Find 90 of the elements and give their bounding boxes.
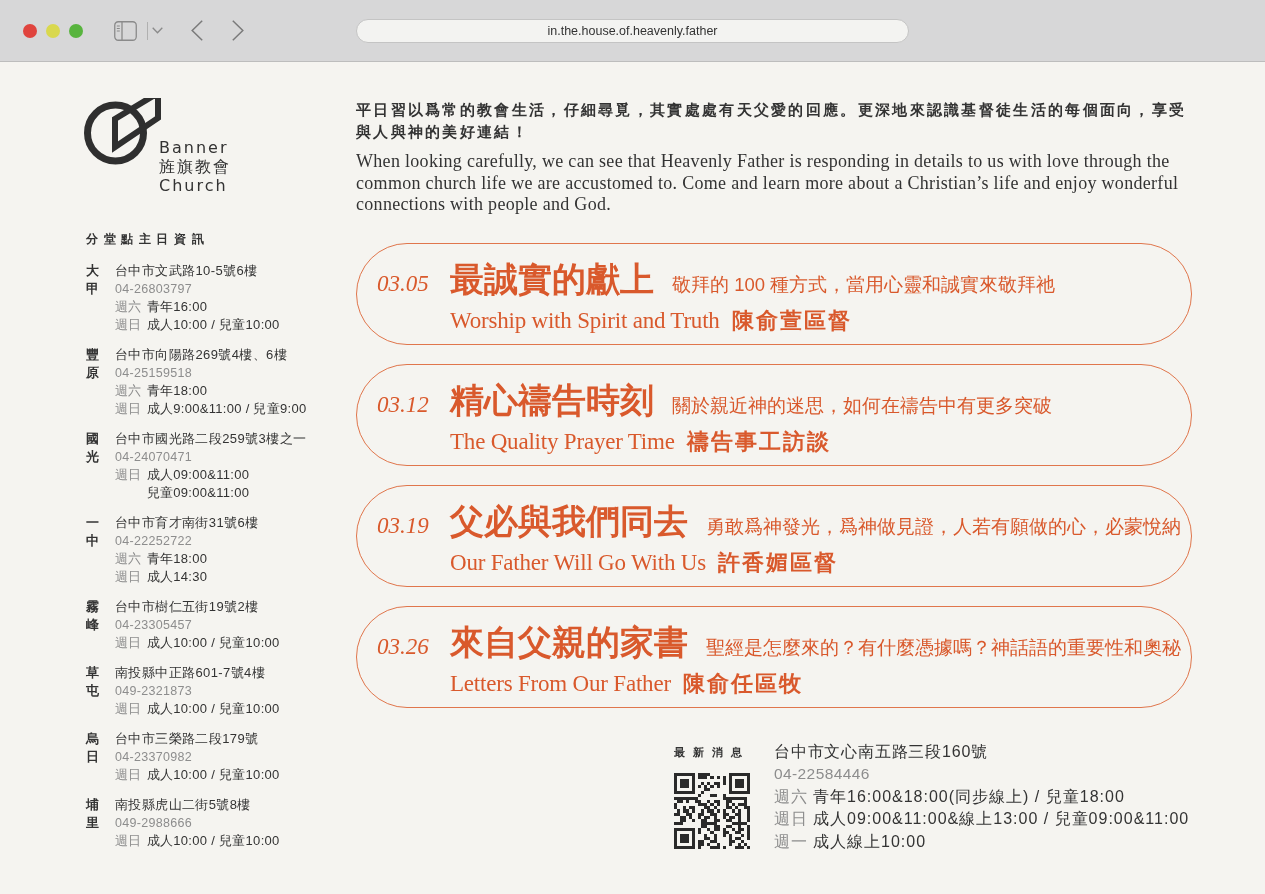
schedule-text: 成人線上10:00 [813, 831, 928, 852]
back-icon[interactable] [191, 20, 203, 41]
day-label: 週日 [115, 400, 142, 418]
branch-name: 霧峰 [86, 598, 99, 634]
day-label: 週六 [115, 550, 142, 568]
forward-icon[interactable] [232, 20, 244, 41]
phone-number: 04-25159518 [115, 365, 193, 382]
event-date: 03.26 [377, 632, 430, 661]
phone-number: 04-23305457 [115, 617, 193, 634]
address-text: 台中市向陽路269號4樓、6樓 [115, 346, 289, 364]
intro-text: When looking carefully, we can see that Heavenly Father is responding in details to us with love through the common church life we are accustomed to. Come and learn more about a Christian’s life and enjoy wonderful connections with people and God. [356, 151, 1180, 216]
branch-name: 豐原 [86, 346, 99, 382]
phone-number: 04-24070471 [115, 449, 193, 466]
branch-name: 國光 [86, 430, 99, 466]
close-button[interactable] [23, 23, 37, 38]
event-english-title: The Quality Prayer Time [450, 427, 675, 456]
schedule-text: 成人14:30 [146, 568, 208, 586]
event-english-title: Our Father Will Go With Us [450, 548, 706, 577]
schedule-text: 兒童09:00&11:00 [146, 484, 250, 502]
qr-code-icon [674, 773, 750, 849]
address-text: 台中市國光路二段259號3樓之一 [115, 430, 307, 448]
news-title: 最新消息 [674, 744, 750, 760]
schedule-text: 成人10:00 / 兒童10:00 [146, 766, 280, 784]
speaker-name: 陳俞萱區督 [731, 306, 852, 335]
event-title: 最誠實的獻上 [450, 259, 654, 300]
logo-text: Church [159, 176, 228, 195]
phone-number: 049-2988666 [115, 815, 193, 832]
address-text: 台中市育才南街31號6樓 [115, 514, 259, 532]
event-date: 03.12 [377, 390, 430, 419]
zoom-button[interactable] [69, 23, 83, 38]
day-label: 週日 [115, 766, 142, 784]
schedule-text: 成人10:00 / 兒童10:00 [146, 832, 280, 850]
address-text: 南投縣虎山二街5號8樓 [115, 796, 252, 814]
sidebar-icon[interactable] [114, 20, 137, 41]
phone-number: 04-26803797 [115, 281, 193, 298]
schedule-text: 成人10:00 / 兒童10:00 [146, 700, 280, 718]
schedule-text: 成人9:00&11:00 / 兒童9:00 [146, 400, 307, 418]
schedule-text: 青年18:00 [146, 550, 208, 568]
schedule-text: 成人10:00 / 兒童10:00 [146, 634, 280, 652]
address-text: 台中市文心南五路三段160號 [774, 741, 989, 762]
event-subtitle: 關於親近神的迷思，如何在禱告中有更多突破 [672, 393, 1052, 418]
day-label: 週一 [774, 831, 808, 852]
logo-text: Banner [159, 138, 229, 157]
schedule-text: 成人10:00 / 兒童10:00 [146, 316, 280, 334]
event-subtitle: 敬拜的 100 種方式，當用心靈和誠實來敬拜祂 [672, 272, 1056, 297]
event-title: 父必與我們同去 [450, 501, 688, 542]
logo-text: 旌旗教會 [159, 157, 231, 176]
day-label: 週日 [115, 568, 142, 586]
branch-name: 大甲 [86, 262, 99, 298]
day-label: 週日 [115, 700, 142, 718]
day-label: 週日 [115, 832, 142, 850]
event-subtitle: 勇敢爲神發光，爲神做見證，人若有願做的心，必蒙悅納 [706, 514, 1181, 539]
event-title: 精心禱告時刻 [450, 380, 654, 421]
event-date: 03.19 [377, 511, 430, 540]
section-title: 分堂點主日資訊 [86, 231, 211, 247]
phone-number: 04-22584446 [774, 764, 871, 784]
schedule-text: 青年16:00 [146, 298, 209, 316]
intro-text: 平日習以爲常的教會生活，仔細尋覓，其實處處有天父愛的回應。更深地來認識基督徒生活的每個面向，享受與人與神的美好連結！ [356, 100, 1188, 142]
branch-name: 烏日 [86, 730, 99, 766]
address-text: 台中市文武路10-5號6樓 [115, 262, 259, 280]
address-text: 南投縣中正路601-7號4樓 [115, 664, 267, 682]
branch-name: 一中 [86, 514, 99, 550]
event-title: 來自父親的家書 [450, 622, 688, 663]
address-text: 台中市三榮路二段179號 [115, 730, 260, 748]
phone-number: 04-22252722 [115, 533, 193, 550]
event-english-title: Worship with Spirit and Truth [450, 306, 720, 335]
branch-name: 草屯 [86, 664, 99, 700]
day-label: 週六 [115, 382, 142, 400]
day-label: 週日 [115, 316, 142, 334]
schedule-text: 青年18:00 [146, 382, 209, 400]
day-label: 週六 [115, 298, 142, 316]
day-label: 週日 [115, 466, 142, 484]
speaker-name: 禱告事工訪談 [686, 427, 831, 456]
event-subtitle: 聖經是怎麼來的？有什麼憑據嗎？神話語的重要性和奧秘 [706, 635, 1181, 660]
schedule-text: 青年16:00&18:00(同步線上) / 兒童18:00 [813, 786, 1126, 807]
schedule-text: 成人09:00&11:00 [146, 466, 250, 484]
caret-icon[interactable] [152, 27, 163, 34]
event-date: 03.05 [377, 269, 430, 298]
day-label: 週日 [774, 809, 808, 829]
speaker-name: 陳俞任區牧 [682, 669, 803, 698]
schedule-text: 成人09:00&11:00&線上13:00 / 兒童09:00&11:00 [813, 809, 1190, 829]
address-bar[interactable]: in.the.house.of.heavenly.father [356, 18, 909, 43]
address-text: 台中市樹仁五街19號2樓 [115, 598, 260, 616]
day-label: 週六 [774, 786, 808, 807]
speaker-name: 許香媚區督 [717, 548, 838, 577]
phone-number: 049-2321873 [115, 683, 193, 700]
branch-name: 埔里 [86, 796, 99, 832]
phone-number: 04-23370982 [115, 749, 193, 766]
day-label: 週日 [115, 634, 142, 652]
event-english-title: Letters From Our Father [450, 669, 671, 698]
